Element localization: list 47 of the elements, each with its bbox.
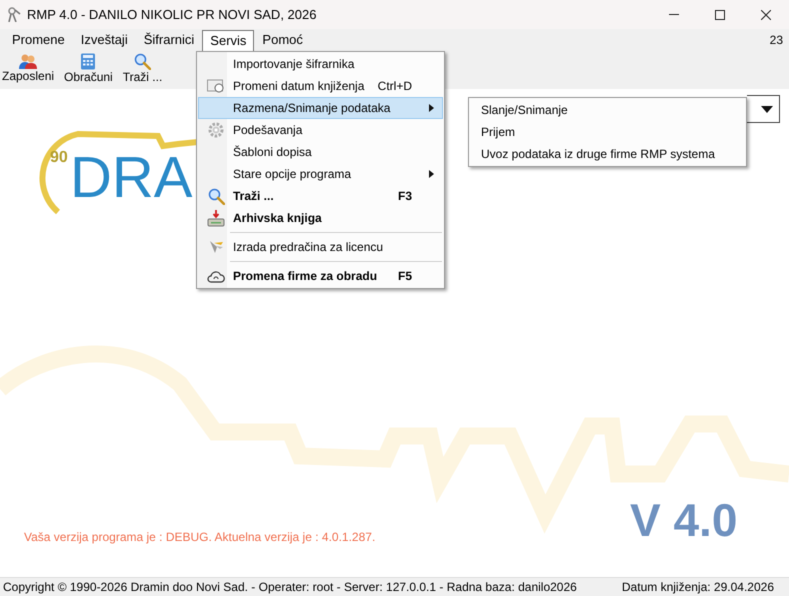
close-icon <box>761 10 771 20</box>
menu-option[interactable]: Razmena/Snimanje podataka <box>198 97 443 119</box>
maximize-icon <box>715 10 725 20</box>
toolbar-button[interactable]: Obračuni <box>62 53 115 85</box>
menu-option[interactable]: Promeni datum knjiženja Ctrl+D <box>198 75 443 97</box>
counter-label: 23 <box>770 32 783 49</box>
status-date: Datum knjiženja: 29.04.2026 <box>622 579 774 596</box>
calculator-icon <box>80 53 96 70</box>
version-label: V 4.0 <box>630 495 738 545</box>
menu-item[interactable]: Promene <box>4 30 73 50</box>
search-icon <box>208 188 224 204</box>
submenu-option[interactable]: Uvoz podataka iz druge firme RMP systema <box>469 143 746 165</box>
submenu-arrow-icon <box>429 170 434 178</box>
toolbar-button[interactable]: Zaposleni <box>0 53 56 84</box>
menu-option[interactable]: Promena firme za obradu F5 <box>198 265 443 287</box>
minimize-icon <box>669 14 679 15</box>
menu-item[interactable]: Pomoć <box>254 30 311 50</box>
keys-icon <box>7 7 21 22</box>
shortcut-label: F5 <box>398 268 412 285</box>
menu-option[interactable]: Izrada predračina za licencu <box>198 236 443 258</box>
menu-item[interactable]: Šifrarnici <box>136 30 202 50</box>
archive-icon <box>207 210 225 226</box>
menu-option[interactable]: Importovanje šifrarnika <box>198 53 443 75</box>
shortcut-label: Ctrl+D <box>378 78 412 95</box>
menu-option[interactable]: Podešavanja <box>198 119 443 141</box>
shortcut-label: F3 <box>398 188 412 205</box>
dropdown-field[interactable] <box>747 95 780 123</box>
menu-option[interactable]: Šabloni dopisa <box>198 141 443 163</box>
logo-number-label: 90 <box>50 148 68 168</box>
dropdown-arrow-icon <box>761 106 773 112</box>
menu-option[interactable]: Stare opcije programa <box>198 163 443 185</box>
menu-item[interactable]: Servis <box>202 30 254 50</box>
search-icon <box>134 53 152 70</box>
window-title: RMP 4.0 - DANILO NIKOLIC PR NOVI SAD, 2026 <box>27 6 316 24</box>
people-icon <box>19 53 38 69</box>
menu-item[interactable]: Izveštaji <box>72 30 136 50</box>
menu-option[interactable]: Arhivska knjiga <box>198 207 443 229</box>
version-message: Vaša verzija programa je : DEBUG. Aktuelna verzija je : 4.0.1.287. <box>24 529 376 546</box>
cloud-icon <box>207 270 225 282</box>
submenu-arrow-icon <box>429 104 434 112</box>
gear-icon <box>208 122 224 138</box>
status-text: Copyright © 1990-2026 Dramin doo Novi Sad. - Operater: root - Server: 127.0.0.1 - Radna baza: danilo2026 <box>3 579 577 596</box>
menu-option[interactable]: Traži ... F3 <box>198 185 443 207</box>
logo-text: DRA <box>70 148 192 208</box>
toolbar-button[interactable]: Traži ... <box>120 53 164 85</box>
submenu-option[interactable]: Slanje/Snimanje <box>469 99 746 121</box>
submenu-option[interactable]: Prijem <box>469 121 746 143</box>
